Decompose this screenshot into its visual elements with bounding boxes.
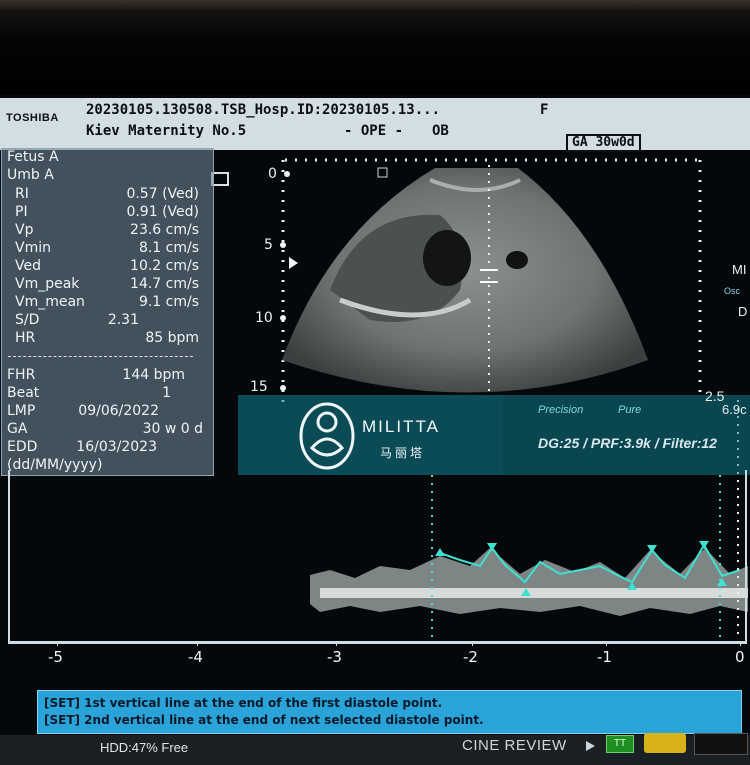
axis-tick — [57, 641, 58, 646]
measurement-panel: Fetus A Umb A RI 0.57 (Ved) PI 0.91 (Ved) … — [1, 148, 214, 476]
depth-dot — [284, 171, 290, 177]
pure-label: Pure — [618, 404, 642, 416]
doppler-spectrum-panel — [8, 470, 747, 644]
measurement-row: S/D 2.31 — [15, 312, 139, 328]
measurement-row: Vp 23.6 cm/s — [15, 222, 199, 238]
obstetric-row: GA 30 w 0 d — [7, 421, 203, 437]
obstetric-row: LMP 09/06/2022 — [7, 403, 159, 419]
osc-label: Osc — [724, 286, 741, 296]
message-line: [SET] 2nd vertical line at the end of ne… — [44, 713, 484, 727]
vessel-label: Umb A — [7, 167, 54, 183]
message-line: [SET] 1st vertical line at the end of th… — [44, 696, 443, 710]
axis-tick — [336, 641, 337, 646]
depth-label: 10 — [255, 310, 273, 326]
instruction-message: [SET] 1st vertical line at the end of th… — [37, 690, 742, 734]
depth-label: 15 — [250, 379, 268, 395]
time-axis — [8, 641, 745, 643]
axis-tick — [472, 641, 473, 646]
measurement-row: HR 85 bpm — [15, 330, 199, 346]
measurement-row: Ved 10.2 cm/s — [15, 258, 199, 274]
measurement-row: RI 0.57 (Ved) — [15, 186, 199, 202]
orientation-marker — [377, 167, 388, 178]
watermark-subtitle: 马丽塔 — [380, 446, 426, 460]
measurement-row: PI 0.91 (Ved) — [15, 204, 199, 220]
obstetric-row: FHR 144 bpm — [7, 367, 185, 383]
time-label: 0 — [735, 648, 745, 666]
time-label: -5 — [48, 648, 63, 666]
vessel-lumen — [506, 251, 528, 269]
time-label: -3 — [327, 648, 342, 666]
focus-marker — [289, 257, 298, 269]
precision-label: Precision — [538, 404, 584, 416]
cine-review-label[interactable]: CINE REVIEW — [462, 737, 567, 754]
time-label: -4 — [188, 648, 203, 666]
dark-button[interactable] — [694, 733, 748, 755]
play-icon[interactable] — [586, 741, 596, 751]
yellow-button[interactable] — [644, 733, 686, 753]
time-label: -1 — [597, 648, 612, 666]
green-button[interactable]: TT — [606, 735, 634, 753]
measurement-row: Vm_peak 14.7 cm/s — [15, 276, 199, 292]
axis-tick — [740, 641, 741, 646]
measurement-row: Vm_mean 9.1 cm/s — [15, 294, 199, 310]
measurement-row: Vmin 8.1 cm/s — [15, 240, 199, 256]
fetus-label: Fetus A — [7, 149, 59, 165]
separator — [8, 356, 193, 357]
depth-dot — [280, 242, 286, 248]
fluid-pocket — [423, 230, 471, 286]
d-label: D — [738, 304, 748, 319]
frequency-value: 6.9c — [722, 402, 747, 417]
depth-label: 5 — [264, 237, 273, 253]
panel-bracket — [211, 172, 229, 186]
depth-dot — [280, 315, 286, 321]
obstetric-row: EDD 16/03/2023 — [7, 439, 157, 455]
axis-tick — [606, 641, 607, 646]
militta-logo-icon — [299, 402, 355, 470]
mi-label: MI — [732, 262, 747, 277]
doppler-parameters: DG:25 / PRF:3.9k / Filter:12 — [538, 435, 717, 451]
hdd-status: HDD:47% Free — [100, 740, 189, 755]
axis-tick — [197, 641, 198, 646]
time-label: -2 — [463, 648, 478, 666]
watermark-name: MILITTA — [362, 417, 440, 436]
depth-dot — [280, 385, 286, 391]
obstetric-row: Beat 1 — [7, 385, 171, 401]
depth-label: 0 — [268, 166, 277, 182]
